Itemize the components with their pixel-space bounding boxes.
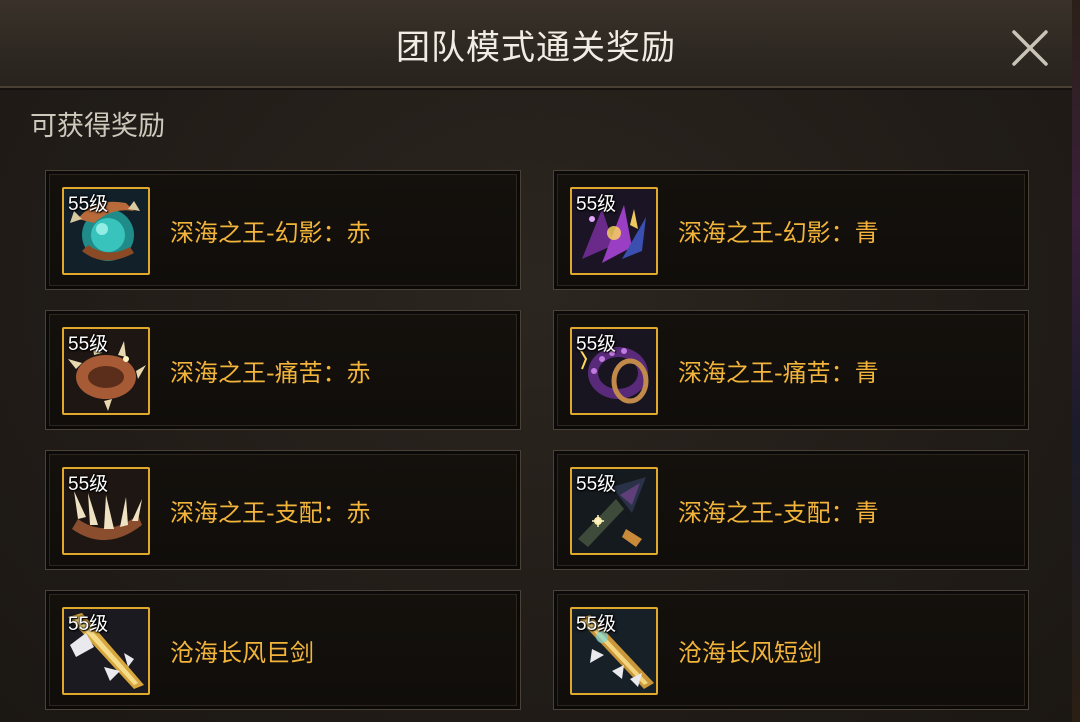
background-edge	[1072, 0, 1080, 722]
reward-dialog: 团队模式通关奖励 可获得奖励 55级 深海之王-幻影：赤 55级 深海之王-幻影…	[0, 0, 1073, 722]
reward-item-card[interactable]: 55级 深海之王-幻影：赤	[45, 170, 521, 290]
fanged-jaw-bracelet-icon: 55级	[62, 467, 150, 555]
bronze-spiked-bracelet-icon: 55级	[62, 327, 150, 415]
dark-trident-icon: 55级	[570, 467, 658, 555]
level-badge: 55级	[68, 614, 109, 635]
dialog-title: 团队模式通关奖励	[396, 28, 676, 68]
golden-greatsword-icon: 55级	[62, 607, 150, 695]
purple-spiked-claw-icon: 55级	[570, 187, 658, 275]
level-badge: 55级	[576, 614, 617, 635]
reward-item-name: 深海之王-痛苦：赤	[170, 359, 371, 387]
reward-item-name: 深海之王-支配：青	[678, 499, 879, 527]
dialog-header: 团队模式通关奖励	[0, 0, 1072, 88]
golden-shortsword-icon: 55级	[570, 607, 658, 695]
level-badge: 55级	[576, 474, 617, 495]
level-badge: 55级	[68, 194, 109, 215]
reward-item-card[interactable]: 55级 深海之王-痛苦：赤	[45, 310, 521, 430]
purple-scaled-ring-icon: 55级	[570, 327, 658, 415]
level-badge: 55级	[576, 194, 617, 215]
reward-item-name: 深海之王-幻影：青	[678, 219, 879, 247]
rewards-section-label: 可获得奖励	[30, 111, 165, 142]
reward-item-card[interactable]: 55级 深海之王-幻影：青	[553, 170, 1029, 290]
reward-item-card[interactable]: 55级 深海之王-支配：青	[553, 450, 1029, 570]
reward-item-name: 沧海长风巨剑	[170, 639, 314, 667]
reward-item-card[interactable]: 55级 深海之王-痛苦：青	[553, 310, 1029, 430]
reward-item-name: 沧海长风短剑	[678, 639, 822, 667]
level-badge: 55级	[576, 334, 617, 355]
reward-item-name: 深海之王-痛苦：青	[678, 359, 879, 387]
reward-item-card[interactable]: 55级 沧海长风短剑	[553, 590, 1029, 710]
reward-item-card[interactable]: 55级 沧海长风巨剑	[45, 590, 521, 710]
teal-orb-ring-icon: 55级	[62, 187, 150, 275]
level-badge: 55级	[68, 474, 109, 495]
level-badge: 55级	[68, 334, 109, 355]
reward-item-name: 深海之王-幻影：赤	[170, 219, 371, 247]
close-icon[interactable]	[1008, 26, 1052, 70]
reward-item-name: 深海之王-支配：赤	[170, 499, 371, 527]
reward-item-card[interactable]: 55级 深海之王-支配：赤	[45, 450, 521, 570]
